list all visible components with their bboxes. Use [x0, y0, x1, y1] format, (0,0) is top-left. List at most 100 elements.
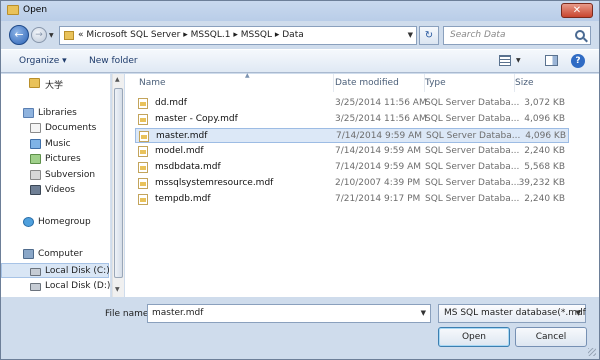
resize-grip-icon[interactable] [588, 348, 596, 356]
column-header-name[interactable]: ▲ Name [139, 72, 334, 92]
scroll-down-icon[interactable]: ▼ [115, 286, 120, 293]
table-row[interactable]: dd.mdf 3/25/2014 11:56 AM SQL Server Dat… [135, 96, 569, 111]
back-arrow-icon: ← [14, 28, 24, 41]
chevron-down-icon[interactable]: ▼ [421, 309, 426, 317]
table-row[interactable]: tempdb.mdf 7/21/2014 9:17 PM SQL Server … [135, 192, 569, 207]
cancel-button[interactable]: Cancel [515, 327, 587, 347]
nav-item-folder[interactable]: 大学 [1, 76, 109, 91]
file-date: 7/14/2014 9:59 AM [336, 131, 423, 141]
folder-icon [29, 78, 40, 88]
preview-pane-icon[interactable] [545, 55, 558, 66]
table-row[interactable]: model.mdf 7/14/2014 9:59 AM SQL Server D… [135, 144, 569, 159]
chevron-down-icon[interactable]: ▼ [576, 309, 581, 317]
file-name: tempdb.mdf [155, 194, 211, 204]
table-row-selected[interactable]: master.mdf 7/14/2014 9:59 AM SQL Server … [135, 128, 569, 143]
nav-item-videos[interactable]: Videos [1, 183, 109, 198]
file-size: 5,568 KB [524, 162, 565, 172]
scroll-up-icon[interactable]: ▲ [115, 76, 120, 83]
nav-item-subversion[interactable]: Subversion [1, 168, 109, 183]
search-placeholder: Search Data [450, 30, 506, 40]
file-type: SQL Server Databa... [425, 194, 520, 204]
file-date: 7/14/2014 9:59 AM [335, 146, 422, 156]
file-date: 7/21/2014 9:17 PM [335, 194, 421, 204]
nav-item-label: Libraries [38, 108, 77, 118]
file-name-label: File name: [105, 309, 152, 319]
table-row[interactable]: mssqlsystemresource.mdf 2/10/2007 4:39 P… [135, 176, 569, 191]
sort-ascending-icon: ▲ [245, 72, 250, 79]
nav-item-music[interactable]: Music [1, 137, 109, 152]
nav-item-computer[interactable]: Computer [1, 247, 109, 262]
database-file-icon [138, 98, 148, 109]
file-name: model.mdf [155, 146, 204, 156]
recent-locations-dropdown[interactable]: ▼ [49, 32, 54, 39]
chevron-down-icon[interactable]: ▼ [408, 31, 413, 39]
file-type: SQL Server Databa... [426, 131, 521, 141]
column-label: Name [139, 78, 166, 88]
nav-item-homegroup[interactable]: Homegroup [1, 215, 109, 230]
nav-item-label: Music [45, 139, 71, 149]
file-type: SQL Server Databa... [425, 98, 520, 108]
breadcrumb[interactable]: « Microsoft SQL Server ▸ MSSQL.1 ▸ MSSQL… [78, 30, 304, 40]
forward-arrow-icon: → [35, 30, 43, 40]
column-label: Type [425, 78, 446, 88]
refresh-button[interactable]: ↻ [419, 26, 439, 45]
organize-button[interactable]: Organize ▾ [19, 56, 67, 66]
address-bar[interactable]: « Microsoft SQL Server ▸ MSSQL.1 ▸ MSSQL… [59, 26, 417, 45]
nav-item-label: Videos [45, 185, 75, 195]
file-type: SQL Server Databa... [425, 146, 520, 156]
command-bar: Organize ▾ New folder ▼ ? [1, 49, 599, 73]
database-file-icon [138, 146, 148, 157]
file-name: mssqlsystemresource.mdf [155, 178, 274, 188]
search-input[interactable]: Search Data [443, 26, 591, 45]
file-type-filter[interactable]: MS SQL master database(*.mdf ▼ [438, 304, 586, 323]
computer-icon [23, 249, 34, 259]
new-folder-button[interactable]: New folder [89, 56, 138, 66]
window-title: Open [23, 5, 48, 15]
file-name-value: master.mdf [152, 308, 204, 318]
nav-item-label: 大学 [45, 81, 64, 91]
file-name: dd.mdf [155, 98, 187, 108]
nav-item-local-disk-c[interactable]: Local Disk (C:) [1, 263, 110, 278]
views-dropdown[interactable]: ▼ [516, 57, 521, 64]
column-header-type[interactable]: Type [425, 74, 515, 92]
nav-item-pictures[interactable]: Pictures [1, 152, 109, 167]
open-button[interactable]: Open [438, 327, 510, 347]
nav-item-label: Local Disk (C:) [45, 266, 110, 276]
disk-icon [30, 283, 41, 291]
nav-item-local-disk-d[interactable]: Local Disk (D:) [1, 279, 110, 294]
close-button[interactable]: ✕ [561, 3, 593, 18]
file-name-field[interactable]: master.mdf ▼ [147, 304, 431, 323]
file-size: 2,240 KB [524, 146, 565, 156]
help-icon[interactable]: ? [571, 54, 585, 68]
table-row[interactable]: msdbdata.mdf 7/14/2014 9:59 AM SQL Serve… [135, 160, 569, 175]
nav-item-documents[interactable]: Documents [1, 121, 109, 136]
file-type: SQL Server Databa... [425, 114, 520, 124]
scroll-thumb[interactable] [114, 88, 123, 278]
file-date: 3/25/2014 11:56 AM [335, 114, 427, 124]
nav-item-label: Homegroup [38, 217, 91, 227]
nav-item-label: Pictures [45, 154, 81, 164]
file-name: master - Copy.mdf [155, 114, 238, 124]
nav-item-libraries[interactable]: Libraries [1, 106, 109, 121]
column-header-date[interactable]: Date modified [335, 74, 425, 92]
column-header-size[interactable]: Size [515, 74, 575, 92]
table-row[interactable]: master - Copy.mdf 3/25/2014 11:56 AM SQL… [135, 112, 569, 127]
forward-button[interactable]: → [31, 27, 47, 43]
file-size: 39,232 KB [518, 178, 565, 188]
file-name: msdbdata.mdf [155, 162, 221, 172]
file-type: SQL Server Databa... [425, 162, 520, 172]
back-button[interactable]: ← [9, 25, 29, 45]
library-icon [23, 108, 34, 118]
views-icon[interactable] [499, 55, 511, 66]
column-label: Size [515, 78, 534, 88]
file-size: 4,096 KB [524, 114, 565, 124]
search-icon [575, 30, 585, 40]
videos-icon [30, 185, 41, 195]
title-bar: Open ✕ [1, 1, 599, 21]
disk-icon [30, 268, 41, 276]
nav-scrollbar[interactable]: ▲ ▼ [112, 74, 124, 297]
file-size: 2,240 KB [524, 194, 565, 204]
documents-icon [30, 123, 41, 133]
database-file-icon [138, 194, 148, 205]
file-date: 3/25/2014 11:56 AM [335, 98, 427, 108]
